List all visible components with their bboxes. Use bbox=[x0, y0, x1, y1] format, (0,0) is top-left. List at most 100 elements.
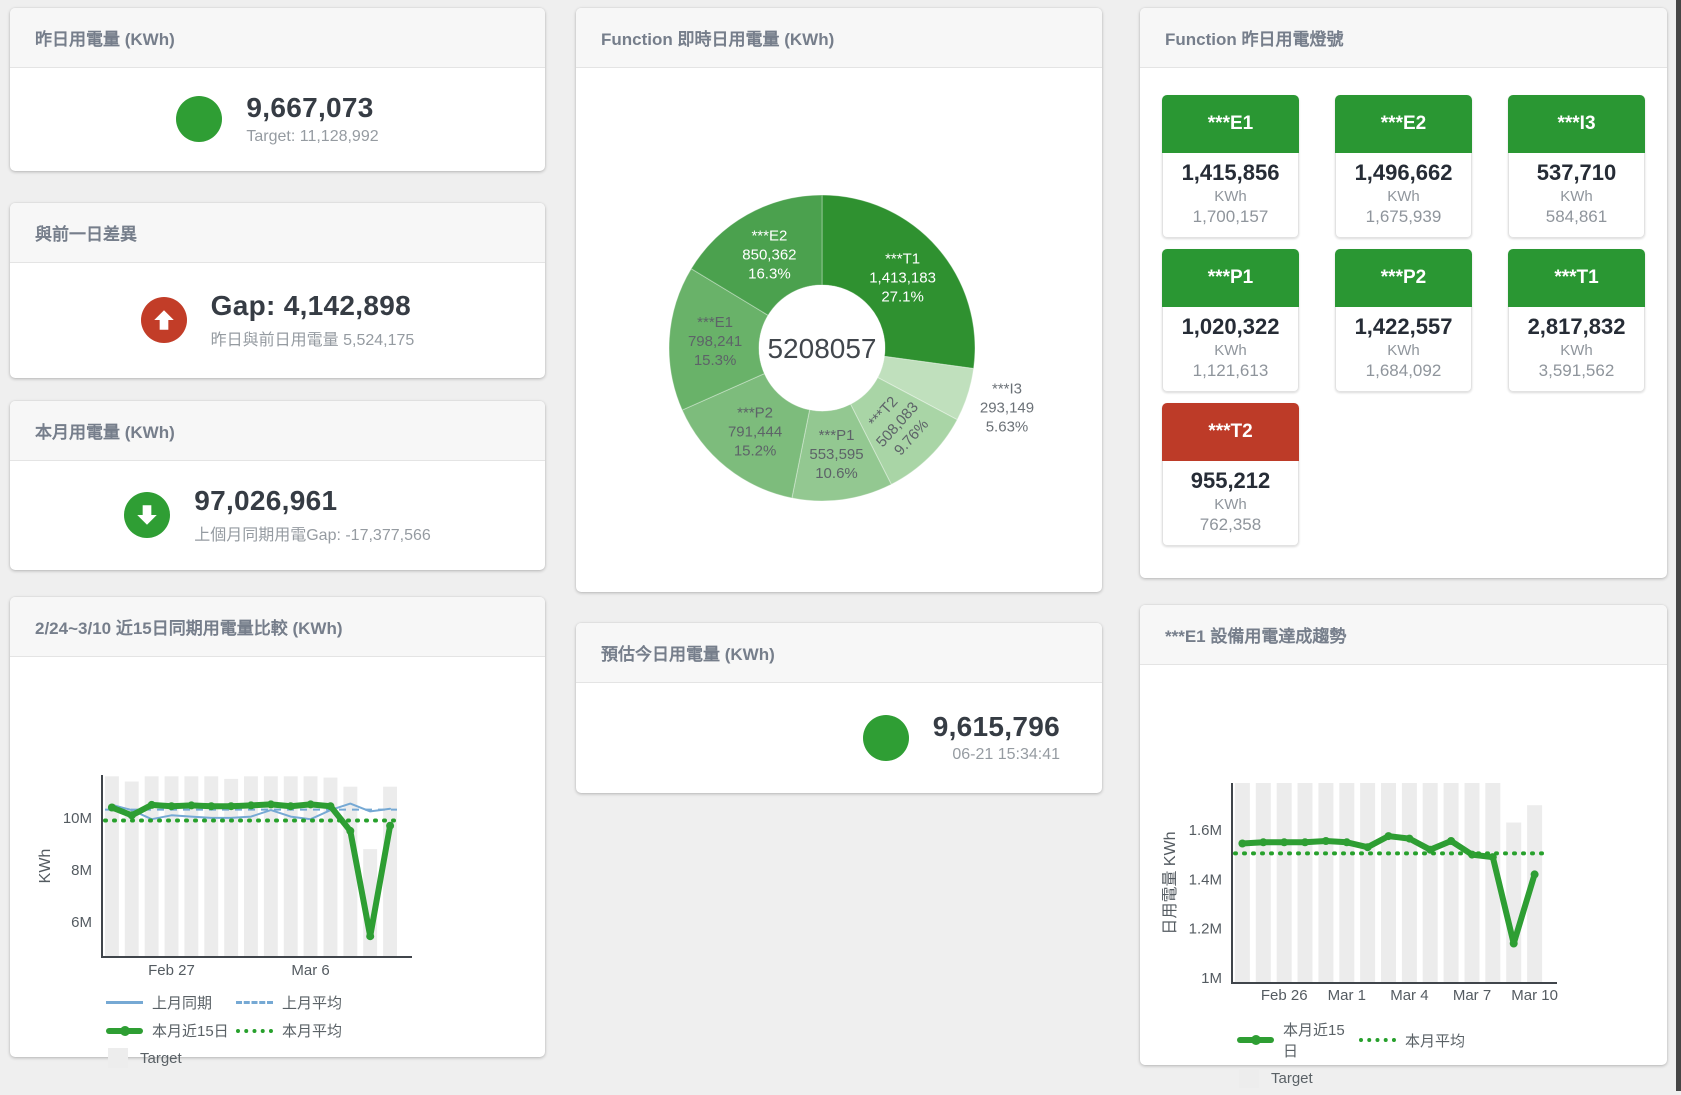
card-title: Function 昨日用電燈號 bbox=[1165, 25, 1343, 50]
kpi-body: Gap: 4,142,898 昨日與前日用電量 5,524,175 bbox=[10, 263, 545, 377]
status-tile-e2: ***E2 1,496,662 KWh 1,675,939 bbox=[1335, 95, 1472, 238]
tile-value: 1,415,856 bbox=[1163, 160, 1298, 186]
card-title: 2/24~3/10 近15日同期用電量比較 (KWh) bbox=[35, 614, 343, 639]
status-tile-t1: ***T1 2,817,832 KWh 3,591,562 bbox=[1508, 249, 1645, 392]
kpi-body: 97,026,961 上個月同期用電Gap: -17,377,566 bbox=[10, 461, 545, 569]
legend-row: 上月同期 上月平均 bbox=[106, 992, 342, 1013]
legend-item-this-month-15days[interactable]: 本月近15日 bbox=[1237, 1019, 1359, 1061]
kpi-subtitle: 上個月同期用電Gap: -17,377,566 bbox=[194, 521, 431, 545]
card-header: 2/24~3/10 近15日同期用電量比較 (KWh) bbox=[10, 597, 545, 657]
arrow-down-circle-icon bbox=[124, 492, 170, 538]
status-tile-p2: ***P2 1,422,557 KWh 1,684,092 bbox=[1335, 249, 1472, 392]
kpi-subtitle: 昨日與前日用電量 5,524,175 bbox=[211, 326, 415, 350]
tile-body: 537,710 KWh 584,861 bbox=[1508, 153, 1645, 238]
tile-header: ***E2 bbox=[1335, 95, 1472, 153]
card-estimate-today: 預估今日用電量 (KWh) 9,615,796 06-21 15:34:41 bbox=[576, 623, 1102, 793]
card-prev-day-gap: 與前一日差異 Gap: 4,142,898 昨日與前日用電量 5,524,175 bbox=[10, 203, 545, 378]
svg-text:1M: 1M bbox=[1201, 970, 1222, 987]
kpi-value: 9,667,073 bbox=[246, 92, 378, 124]
legend-label: 本月平均 bbox=[282, 1020, 342, 1041]
tile-header: ***I3 bbox=[1508, 95, 1645, 153]
tile-unit: KWh bbox=[1509, 188, 1644, 205]
vertical-scrollbar[interactable] bbox=[1676, 0, 1681, 1091]
svg-text:***I3293,1495.63%: ***I3293,1495.63% bbox=[980, 381, 1034, 436]
tile-target: 1,684,092 bbox=[1336, 361, 1471, 381]
status-circle-icon bbox=[176, 96, 222, 142]
svg-text:8M: 8M bbox=[71, 862, 92, 879]
tile-body: 1,020,322 KWh 1,121,613 bbox=[1162, 307, 1299, 392]
card-header: 預估今日用電量 (KWh) bbox=[576, 623, 1102, 683]
legend-line-dotted-green-icon bbox=[236, 1029, 273, 1033]
legend-line-dotted-green-icon bbox=[1359, 1038, 1396, 1042]
tile-unit: KWh bbox=[1336, 188, 1471, 205]
tile-header: ***E1 bbox=[1162, 95, 1299, 153]
kpi-text: 9,667,073 Target: 11,128,992 bbox=[246, 92, 378, 145]
tile-target: 1,700,157 bbox=[1163, 207, 1298, 227]
tile-body: 955,212 KWh 762,358 bbox=[1162, 461, 1299, 546]
card-compare-chart: 2/24~3/10 近15日同期用電量比較 (KWh) 6M8M10MKWhFe… bbox=[10, 597, 545, 1057]
tile-unit: KWh bbox=[1336, 342, 1471, 359]
svg-text:1.6M: 1.6M bbox=[1189, 822, 1222, 839]
kpi-value: Gap: 4,142,898 bbox=[211, 290, 415, 322]
tile-unit: KWh bbox=[1163, 342, 1298, 359]
tile-header: ***T1 bbox=[1508, 249, 1645, 307]
kpi-body: 9,667,073 Target: 11,128,992 bbox=[10, 68, 545, 170]
legend-label: 本月近15日 bbox=[1283, 1019, 1359, 1061]
legend-label: Target bbox=[140, 1050, 182, 1067]
svg-text:10M: 10M bbox=[63, 810, 92, 827]
tile-value: 1,020,322 bbox=[1163, 314, 1298, 340]
tile-value: 537,710 bbox=[1509, 160, 1644, 186]
tile-unit: KWh bbox=[1163, 496, 1298, 513]
legend-item-last-month-same-period[interactable]: 上月同期 bbox=[106, 992, 236, 1013]
card-status-lights: Function 昨日用電燈號 ***E1 1,415,856 KWh 1,70… bbox=[1140, 8, 1667, 578]
realtime-usage-donut-chart: ***T11,413,18327.1%***I3293,1495.63%***T… bbox=[576, 68, 1102, 592]
legend-label: 上月平均 bbox=[282, 992, 342, 1013]
legend-item-this-month-average[interactable]: 本月平均 bbox=[236, 1020, 342, 1041]
tile-value: 1,496,662 bbox=[1336, 160, 1471, 186]
legend-label: 本月近15日 bbox=[152, 1020, 229, 1041]
legend-label: 本月平均 bbox=[1405, 1030, 1465, 1051]
kpi-body: 9,615,796 06-21 15:34:41 bbox=[576, 683, 1102, 792]
svg-text:Feb 27: Feb 27 bbox=[148, 962, 195, 979]
legend-line-dashed-blue-icon bbox=[236, 1001, 273, 1004]
legend-item-target[interactable]: Target bbox=[106, 1048, 182, 1068]
legend-item-this-month-15days[interactable]: 本月近15日 bbox=[106, 1020, 236, 1041]
tile-target: 584,861 bbox=[1509, 207, 1644, 227]
kpi-subtitle: 06-21 15:34:41 bbox=[933, 746, 1060, 764]
card-header: 昨日用電量 (KWh) bbox=[10, 8, 545, 68]
svg-text:日用電量 KWh: 日用電量 KWh bbox=[1162, 831, 1179, 934]
svg-text:Mar 7: Mar 7 bbox=[1453, 987, 1491, 1004]
status-tile-grid: ***E1 1,415,856 KWh 1,700,157 ***E2 1,49… bbox=[1140, 68, 1667, 546]
legend-square-gray-icon bbox=[1239, 1068, 1259, 1088]
legend-line-solid-blue-icon bbox=[106, 1001, 143, 1004]
tile-value: 2,817,832 bbox=[1509, 314, 1644, 340]
legend-row: 本月近15日 本月平均 bbox=[1237, 1019, 1465, 1061]
tile-body: 1,415,856 KWh 1,700,157 bbox=[1162, 153, 1299, 238]
tile-body: 1,422,557 KWh 1,684,092 bbox=[1335, 307, 1472, 392]
legend-item-last-month-average[interactable]: 上月平均 bbox=[236, 992, 342, 1013]
legend-square-gray-icon bbox=[108, 1048, 128, 1068]
card-realtime-donut: Function 即時日用電量 (KWh) ***T11,413,18327.1… bbox=[576, 8, 1102, 592]
card-title: 昨日用電量 (KWh) bbox=[35, 25, 175, 50]
status-circle-icon bbox=[863, 715, 909, 761]
tile-target: 762,358 bbox=[1163, 515, 1298, 535]
trend-legend: 本月近15日 本月平均 Target bbox=[1237, 1019, 1465, 1095]
card-title: 本月用電量 (KWh) bbox=[35, 418, 175, 443]
svg-text:6M: 6M bbox=[71, 914, 92, 931]
legend-item-this-month-average[interactable]: 本月平均 bbox=[1359, 1030, 1465, 1051]
tile-target: 1,121,613 bbox=[1163, 361, 1298, 381]
card-title: Function 即時日用電量 (KWh) bbox=[601, 25, 834, 50]
kpi-subtitle: Target: 11,128,992 bbox=[246, 128, 378, 146]
tile-header: ***P2 bbox=[1335, 249, 1472, 307]
card-e1-trend-chart: ***E1 設備用電達成趨勢 1M1.2M1.4M1.6M日用電量 KWhFeb… bbox=[1140, 605, 1667, 1065]
kpi-text: 9,615,796 06-21 15:34:41 bbox=[933, 711, 1060, 764]
svg-text:Mar 4: Mar 4 bbox=[1390, 987, 1428, 1004]
status-tile-i3: ***I3 537,710 KWh 584,861 bbox=[1508, 95, 1645, 238]
card-header: Function 即時日用電量 (KWh) bbox=[576, 8, 1102, 68]
status-tile-t2: ***T2 955,212 KWh 762,358 bbox=[1162, 403, 1299, 546]
card-title: ***E1 設備用電達成趨勢 bbox=[1165, 622, 1346, 647]
arrow-up-circle-icon bbox=[141, 297, 187, 343]
tile-unit: KWh bbox=[1509, 342, 1644, 359]
legend-item-target[interactable]: Target bbox=[1237, 1068, 1313, 1088]
legend-label: Target bbox=[1271, 1070, 1313, 1087]
